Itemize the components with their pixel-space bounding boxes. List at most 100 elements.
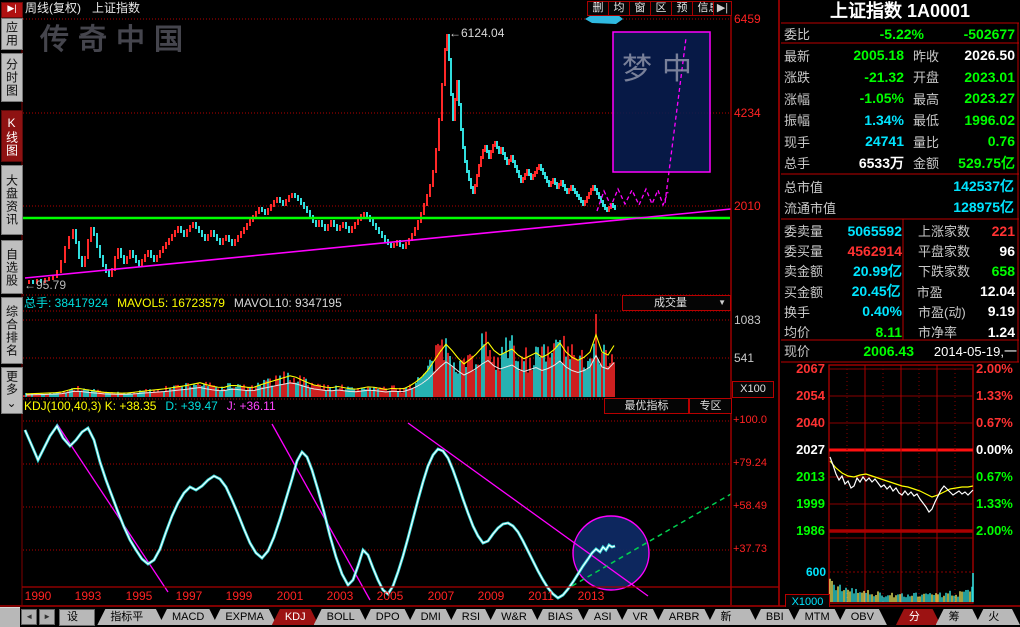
- mini-left-label: 1986: [781, 524, 825, 537]
- label2: 市盈(动): [910, 302, 982, 321]
- year-label: 1990: [21, 590, 55, 602]
- indicator-tab-BBI[interactable]: BBI: [753, 609, 797, 625]
- value2: 2023.27: [955, 90, 1019, 106]
- indicator-tab-W&R[interactable]: W&R: [488, 609, 540, 625]
- sidebar-item-K线图[interactable]: K线图: [1, 110, 23, 162]
- toolbar-button-均[interactable]: 均: [608, 1, 630, 16]
- volume-indicator-dropdown[interactable]: 成交量 ▼: [622, 295, 731, 311]
- mini-left-label: 2027: [781, 443, 825, 456]
- toolbar-button-区[interactable]: 区: [650, 1, 672, 16]
- axis-label: +37.73: [733, 544, 779, 555]
- label: 流通市值: [781, 198, 836, 217]
- toolbar-button-删[interactable]: 删: [587, 1, 609, 16]
- indicator-tab-ASI[interactable]: ASI: [581, 609, 625, 625]
- header-part: KDJ(100,40,3) K: +38.35: [24, 399, 156, 413]
- best-indicator-button[interactable]: 最优指标: [604, 398, 689, 414]
- indicator-tab-新DMA[interactable]: 新DMA: [707, 609, 757, 625]
- weibi-value: -5.22%: [832, 26, 924, 42]
- indicator-tab-BIAS[interactable]: BIAS: [535, 609, 586, 625]
- indicator-tab-EXPMA[interactable]: EXPMA: [212, 609, 277, 625]
- tabs-scroll-prev-button[interactable]: ◄: [21, 609, 37, 625]
- value: 20.99亿: [840, 261, 910, 281]
- indicator-platform-tab[interactable]: 指标平台: [97, 609, 164, 625]
- play-pause-icon[interactable]: ▶|: [1, 2, 23, 18]
- value: 1.34%: [828, 112, 904, 128]
- axis-label: 2010: [734, 200, 776, 212]
- view-tab-筹码[interactable]: 筹码: [936, 609, 981, 625]
- toolbar-button-预[interactable]: 预: [671, 1, 693, 16]
- year-label: 2013: [574, 590, 608, 602]
- value: 142537亿: [823, 176, 1019, 196]
- toolbar-button-窗[interactable]: 窗: [629, 1, 651, 16]
- cap-row-总市值: 总市值142537亿: [781, 177, 1019, 195]
- label2: 上涨家数: [910, 221, 982, 240]
- caret-down-icon: ▼: [718, 296, 726, 310]
- view-tab-火焰[interactable]: 火焰: [975, 609, 1020, 625]
- label: 换手: [781, 302, 840, 321]
- chart-period-label[interactable]: 周线(复权): [25, 2, 81, 14]
- dropdown-label: 成交量: [654, 297, 687, 309]
- value2: 2023.01: [955, 69, 1019, 85]
- indicator-tab-OBV[interactable]: OBV: [838, 609, 887, 625]
- label2: 平盘家数: [910, 241, 982, 260]
- sidebar-item-应用[interactable]: 应用: [1, 18, 23, 50]
- quote-row-总手: 总手6533万金额529.75亿: [781, 154, 1019, 172]
- indicator-tab-MACD[interactable]: MACD: [159, 609, 217, 625]
- label: 总手: [781, 153, 828, 172]
- indicator-tab-ARBR[interactable]: ARBR: [656, 609, 713, 625]
- detail-row-委卖量: 委卖量5065592上涨家数221: [781, 222, 1019, 239]
- volume-unit-box: X100: [732, 381, 774, 398]
- value2: 9.19: [982, 303, 1019, 319]
- label: 委卖量: [781, 221, 840, 240]
- indicator-tab-DMI[interactable]: DMI: [408, 609, 454, 625]
- value2: 1996.02: [955, 112, 1019, 128]
- sidebar-item-自选股[interactable]: 自选股: [1, 240, 23, 294]
- axis-label: +100.0: [733, 415, 779, 426]
- value2: 2026.50: [955, 47, 1019, 63]
- value: 8.11: [840, 324, 910, 340]
- view-tab-分时[interactable]: 分时: [896, 609, 941, 625]
- indicator-tab-MTM[interactable]: MTM: [792, 609, 843, 625]
- collapse-panel-icon[interactable]: ▶|: [713, 1, 732, 16]
- indicator-tab-VR[interactable]: VR: [620, 609, 661, 625]
- indicator-tab-BOLL[interactable]: BOLL: [314, 609, 368, 625]
- mini-right-label: 2.00%: [976, 524, 1013, 537]
- quote-panel-title: 上证指数 1A0001: [781, 2, 1019, 20]
- sidebar-item-综合排名[interactable]: 综合排名: [1, 297, 23, 364]
- right-tabs: 分时筹码火焰: [901, 607, 1020, 625]
- indicator-tab-RSI[interactable]: RSI: [449, 609, 493, 625]
- zone-button[interactable]: 专区: [689, 398, 732, 414]
- label: 委买量: [781, 241, 840, 260]
- indicator-tab-DPO[interactable]: DPO: [363, 609, 413, 625]
- label: 最新: [781, 46, 828, 65]
- peak-price-label: ←6124.04: [449, 27, 504, 39]
- value2: 529.75亿: [955, 153, 1019, 173]
- value: 2005.18: [828, 47, 904, 63]
- sidebar-item-大盘资讯[interactable]: 大盘资讯: [1, 165, 23, 235]
- settings-button[interactable]: 设置: [59, 609, 95, 626]
- sidebar-item-更多[interactable]: 更多⌄: [1, 367, 23, 414]
- axis-label: +79.24: [733, 458, 779, 469]
- mini-right-label: 0.67%: [976, 416, 1013, 429]
- indicator-tab-KDJ[interactable]: KDJ: [272, 609, 319, 625]
- label2: 最高: [904, 89, 955, 108]
- year-label: 2005: [373, 590, 407, 602]
- label2: 金额: [904, 153, 955, 172]
- mini-right-label: 0.67%: [976, 470, 1013, 483]
- value: 4562914: [840, 243, 910, 259]
- value: 5065592: [840, 223, 910, 239]
- label: 振幅: [781, 110, 828, 129]
- header-part: MAVOL10: 9347195: [234, 296, 342, 310]
- mini-left-label: 2040: [781, 416, 825, 429]
- cap-row-流通市值: 流通市值128975亿: [781, 198, 1019, 216]
- sidebar-item-分时图[interactable]: 分时图: [1, 53, 23, 102]
- watermark-text: 传奇中国: [40, 26, 192, 55]
- mini-left-label: 1999: [781, 497, 825, 510]
- detail-row-委买量: 委买量4562914平盘家数96: [781, 242, 1019, 259]
- tabs-scroll-next-button[interactable]: ►: [39, 609, 55, 625]
- bottom-corner: [0, 607, 20, 627]
- price-label: 现价: [781, 341, 832, 360]
- header-part: J: +36.11: [227, 399, 276, 413]
- value2: 12.04: [980, 283, 1019, 299]
- mini-right-label: 1.33%: [976, 389, 1013, 402]
